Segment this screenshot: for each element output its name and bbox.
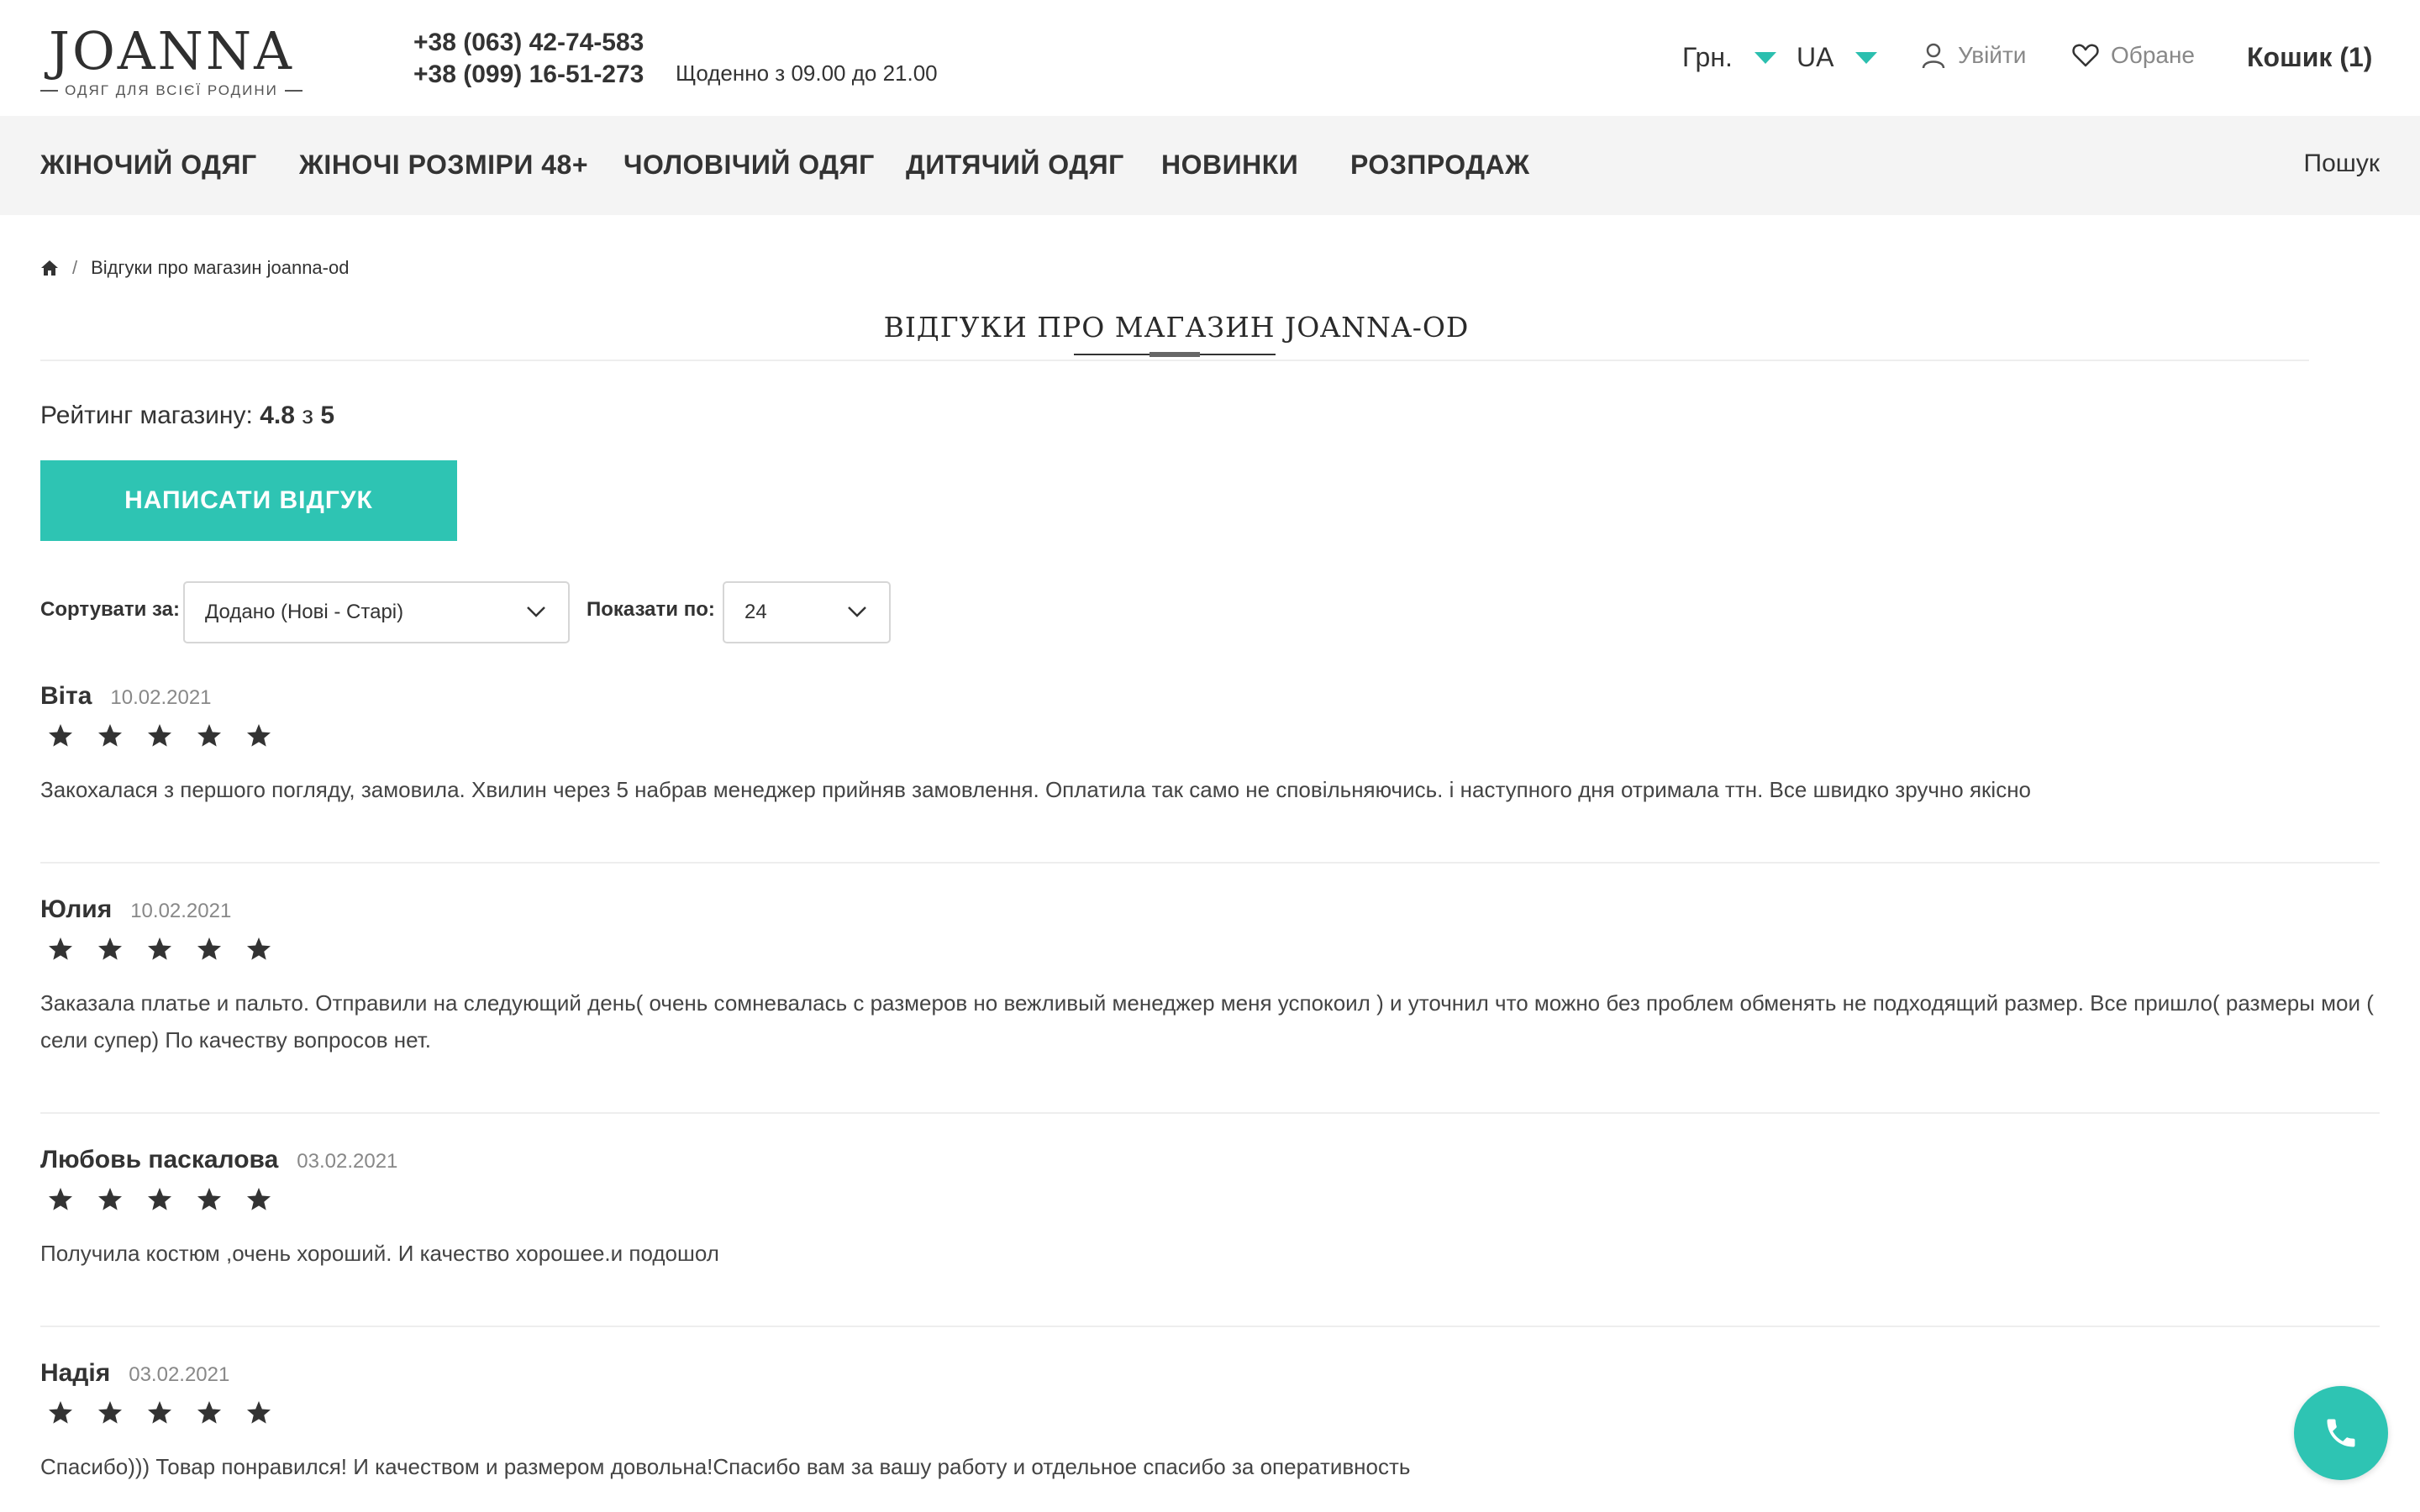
breadcrumb-current: Відгуки про магазин joanna-od <box>91 257 350 278</box>
star-icon <box>49 1188 72 1210</box>
nav-item-new-arrivals[interactable]: НОВИНКИ <box>1161 150 1298 181</box>
star-icon <box>247 1188 271 1210</box>
sort-select[interactable]: Додано (Нові - Старі) <box>183 581 570 643</box>
currency-value: Грн. <box>1682 42 1733 72</box>
review-stars <box>47 722 2380 749</box>
site-header: JOANNA ОДЯГ ДЛЯ ВСІЄЇ РОДИНИ +38 (063) 4… <box>0 0 2420 116</box>
star-icon <box>247 937 271 960</box>
logo-divider <box>40 90 59 92</box>
review-stars <box>47 1186 2380 1213</box>
rating-max: 5 <box>320 402 335 429</box>
chevron-down-icon <box>1855 51 1878 64</box>
star-icon <box>197 724 221 747</box>
nav-item-womens-plus-sizes[interactable]: ЖІНОЧІ РОЗМІРИ 48+ <box>299 150 588 181</box>
review-header: Надія 03.02.2021 <box>40 1359 2380 1388</box>
star-icon <box>148 1401 171 1424</box>
callback-button[interactable] <box>2294 1386 2388 1480</box>
star-icon <box>98 937 122 960</box>
review-author: Надія <box>40 1359 111 1387</box>
chevron-down-icon <box>1754 51 1776 64</box>
chevron-down-icon <box>847 605 867 618</box>
star-icon <box>148 724 171 747</box>
show-select-value: 24 <box>744 601 767 623</box>
login-link[interactable]: Увійти <box>1921 42 2026 69</box>
review-stars <box>47 936 2380 963</box>
sort-label: Сортувати за: <box>40 598 180 621</box>
title-underline-accent <box>1150 352 1200 357</box>
login-label: Увійти <box>1958 42 2027 68</box>
review-date: 03.02.2021 <box>297 1150 398 1173</box>
star-icon <box>197 937 221 960</box>
star-icon <box>98 1188 122 1210</box>
page-title: ВІДГУКИ ПРО МАГАЗИН JOANNA-OD <box>883 311 1470 344</box>
star-icon <box>98 1401 122 1424</box>
star-icon <box>197 1188 221 1210</box>
review-author: Віта <box>40 682 92 710</box>
review-date: 10.02.2021 <box>130 900 232 922</box>
nav-item-mens-clothing[interactable]: ЧОЛОВІЧИЙ ОДЯГ <box>623 150 875 181</box>
nav-item-womens-clothing[interactable]: ЖІНОЧИЙ ОДЯГ <box>40 150 257 181</box>
nav-item-sale[interactable]: РОЗПРОДАЖ <box>1350 150 1530 181</box>
star-icon <box>247 1401 271 1424</box>
store-rating: Рейтинг магазину: 4.8 з 5 <box>40 402 334 430</box>
show-per-page-select[interactable]: 24 <box>723 581 891 643</box>
star-icon <box>247 724 271 747</box>
chevron-down-icon <box>526 605 546 618</box>
language-value: UA <box>1797 42 1834 72</box>
favorites-label: Обране <box>2111 42 2195 68</box>
review-text: Спасибо))) Товар понравился! И качеством… <box>40 1454 1411 1479</box>
review-header: Любовь паскалова 03.02.2021 <box>40 1146 2380 1174</box>
review-text: Закохалася з першого погляду, замовила. … <box>40 777 2032 802</box>
sort-select-value: Додано (Нові - Старі) <box>205 601 404 623</box>
star-icon <box>148 1188 171 1210</box>
star-icon <box>98 724 122 747</box>
review-item: Любовь паскалова 03.02.2021 Получила кос… <box>40 1146 2380 1272</box>
review-date: 03.02.2021 <box>129 1363 230 1386</box>
rating-of: з <box>302 402 314 429</box>
main-nav: ЖІНОЧИЙ ОДЯГ ЖІНОЧІ РОЗМІРИ 48+ ЧОЛОВІЧИ… <box>0 116 2420 215</box>
review-author: Юлия <box>40 895 113 923</box>
language-selector[interactable]: UA <box>1797 42 1878 73</box>
review-item: Надія 03.02.2021 Спасибо))) Товар понрав… <box>40 1359 2380 1485</box>
star-icon <box>49 724 72 747</box>
home-icon[interactable] <box>40 260 59 276</box>
search-link[interactable]: Пошук <box>2304 150 2380 178</box>
review-item: Юлия 10.02.2021 Заказала платье и пальто… <box>40 895 2380 1058</box>
review-divider <box>40 862 2380 864</box>
star-icon <box>148 937 171 960</box>
review-header: Юлия 10.02.2021 <box>40 895 2380 924</box>
rating-value: 4.8 <box>260 402 295 429</box>
review-divider <box>40 1112 2380 1114</box>
review-text: Заказала платье и пальто. Отправили на с… <box>40 990 2374 1053</box>
review-author: Любовь паскалова <box>40 1146 279 1173</box>
star-icon <box>49 1401 72 1424</box>
breadcrumb: / Відгуки про магазин joanna-od <box>40 257 349 279</box>
review-header: Віта 10.02.2021 <box>40 682 2380 711</box>
show-label: Показати по: <box>587 598 715 621</box>
title-divider <box>40 360 2309 361</box>
logo-tagline-row: ОДЯГ ДЛЯ ВСІЄЇ РОДИНИ <box>40 82 303 99</box>
review-item: Віта 10.02.2021 Закохалася з першого пог… <box>40 682 2380 808</box>
review-date: 10.02.2021 <box>110 686 212 709</box>
write-review-button[interactable]: НАПИСАТИ ВІДГУК <box>40 460 457 541</box>
logo-tagline: ОДЯГ ДЛЯ ВСІЄЇ РОДИНИ <box>65 82 278 98</box>
cart-link[interactable]: Кошик (1) <box>2247 42 2372 73</box>
star-icon <box>49 937 72 960</box>
phone-icon <box>2323 1415 2360 1452</box>
user-icon <box>1921 42 1946 69</box>
header-actions: Грн. UA Увійти Обране Кошик (1) <box>0 42 2420 76</box>
logo-divider <box>284 90 303 92</box>
review-stars <box>47 1399 2380 1426</box>
nav-item-kids-clothing[interactable]: ДИТЯЧИЙ ОДЯГ <box>906 150 1124 181</box>
breadcrumb-separator: / <box>72 257 78 278</box>
star-icon <box>197 1401 221 1424</box>
currency-selector[interactable]: Грн. <box>1682 42 1776 73</box>
rating-label: Рейтинг магазину: <box>40 402 253 429</box>
review-text: Получила костюм ,очень хороший. И качест… <box>40 1241 719 1266</box>
heart-icon <box>2072 43 2099 68</box>
review-divider <box>40 1326 2380 1327</box>
favorites-link[interactable]: Обране <box>2072 42 2195 69</box>
